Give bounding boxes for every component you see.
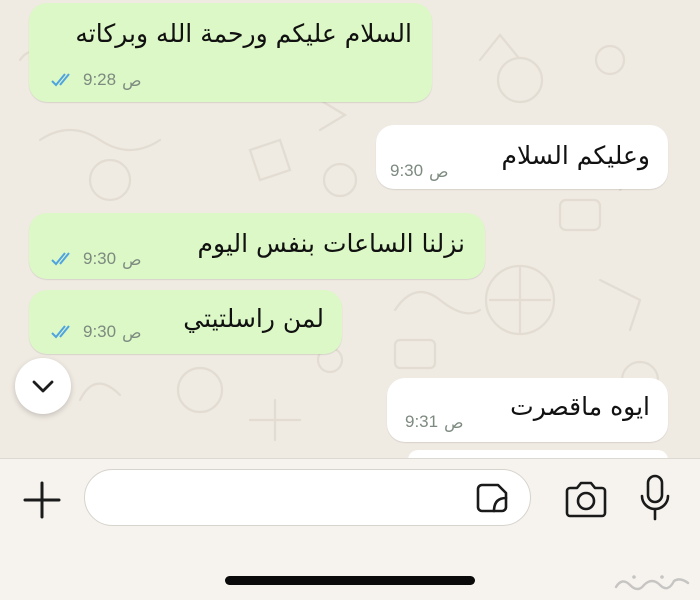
message-time: 9:30 bbox=[83, 322, 117, 341]
message-meta: 9:28 ص bbox=[51, 70, 141, 90]
chat-view[interactable]: السلام عليكم ورحمة الله وبركاته 9:28 ص و… bbox=[0, 0, 700, 458]
message-ampm: ص bbox=[122, 322, 142, 342]
message-input[interactable] bbox=[105, 480, 469, 518]
message-time: 9:28 bbox=[83, 70, 117, 89]
message-time: 9:30 bbox=[83, 249, 117, 268]
message-ampm: ص bbox=[444, 412, 464, 432]
read-receipt-icon bbox=[51, 73, 70, 87]
message-ampm: ص bbox=[122, 70, 142, 90]
message-input-container[interactable] bbox=[84, 469, 531, 526]
message-text: ايوه ماقصرت bbox=[510, 392, 650, 421]
chevron-down-icon bbox=[32, 380, 54, 393]
message-bubble[interactable]: ايوه ماقصرت 9:31 ص bbox=[387, 378, 668, 442]
message-bubble[interactable]: وعليكم السلام 9:30 ص bbox=[376, 125, 668, 189]
message-bubble[interactable]: السلام عليكم ورحمة الله وبركاته 9:28 ص bbox=[29, 3, 432, 102]
microphone-icon[interactable] bbox=[638, 474, 672, 522]
message-meta: 9:30 ص bbox=[51, 249, 141, 269]
message-time: 9:30 bbox=[390, 161, 424, 180]
camera-icon[interactable] bbox=[563, 479, 609, 519]
read-receipt-icon bbox=[51, 252, 70, 266]
message-ampm: ص bbox=[429, 161, 449, 181]
read-receipt-icon bbox=[51, 325, 70, 339]
scroll-to-bottom-button[interactable] bbox=[15, 358, 71, 414]
message-text: السلام عليكم ورحمة الله وبركاته bbox=[75, 19, 412, 48]
message-ampm: ص bbox=[122, 249, 142, 269]
message-meta: 9:31 ص bbox=[405, 412, 463, 432]
message-text: وعليكم السلام bbox=[501, 141, 650, 170]
message-bubble[interactable]: لمن راسلتيتي 9:30 ص bbox=[29, 290, 342, 354]
message-meta: 9:30 ص bbox=[51, 322, 141, 342]
next-message-peek bbox=[408, 450, 668, 458]
sticker-icon[interactable] bbox=[476, 481, 510, 515]
message-time: 9:31 bbox=[405, 412, 439, 431]
plus-icon[interactable] bbox=[22, 480, 62, 520]
message-meta: 9:30 ص bbox=[390, 161, 448, 181]
message-bubble[interactable]: نزلنا الساعات بنفس اليوم 9:30 ص bbox=[29, 213, 485, 279]
watermark-logo bbox=[614, 575, 690, 591]
message-text: نزلنا الساعات بنفس اليوم bbox=[197, 229, 465, 258]
message-text: لمن راسلتيتي bbox=[183, 304, 324, 333]
home-indicator bbox=[225, 576, 475, 585]
